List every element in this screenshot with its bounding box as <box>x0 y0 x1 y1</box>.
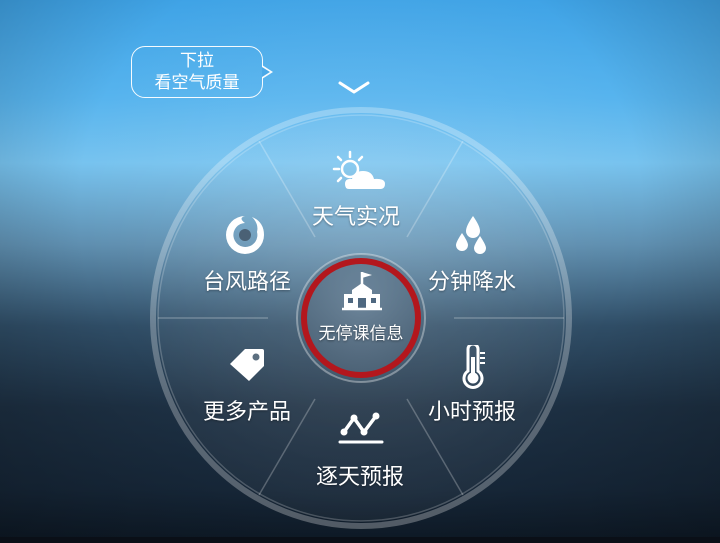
trend-line-icon[interactable] <box>338 410 384 446</box>
segment-minute-rain[interactable]: 分钟降水 <box>428 270 516 296</box>
bottom-bar <box>0 537 720 543</box>
tag-icon[interactable] <box>227 346 267 382</box>
center-label: 无停课信息 <box>318 324 404 344</box>
thermometer-icon[interactable] <box>458 345 488 389</box>
weather-sun-cloud-icon[interactable] <box>332 150 390 194</box>
segment-typhoon-path[interactable]: 台风路径 <box>203 270 291 296</box>
segment-weather-now[interactable]: 天气实况 <box>312 205 400 231</box>
segment-daily-forecast[interactable]: 逐天预报 <box>316 465 404 491</box>
segment-more-products[interactable]: 更多产品 <box>203 400 291 426</box>
segment-hourly-forecast[interactable]: 小时预报 <box>428 400 516 426</box>
rain-drops-icon[interactable] <box>454 214 490 256</box>
typhoon-icon[interactable] <box>222 212 268 258</box>
